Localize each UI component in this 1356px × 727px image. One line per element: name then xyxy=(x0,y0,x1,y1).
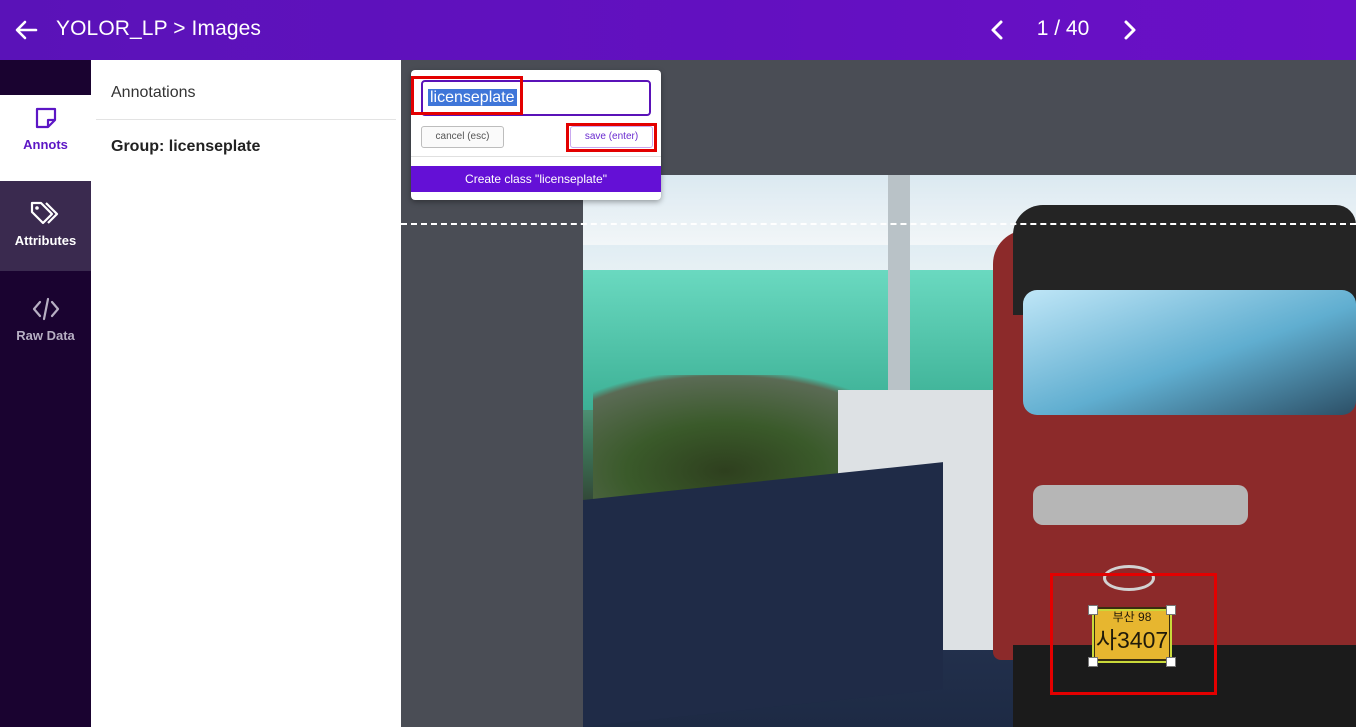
cancel-button[interactable]: cancel (esc) xyxy=(421,126,504,148)
panel-divider xyxy=(96,119,396,120)
rail-item-label: Attributes xyxy=(14,233,77,248)
rail-item-label: Raw Data xyxy=(16,328,75,343)
previous-image-button[interactable] xyxy=(984,16,1010,44)
note-icon xyxy=(35,107,56,129)
rail-item-attributes[interactable]: Attributes xyxy=(0,181,91,271)
code-icon xyxy=(32,297,59,321)
popup-divider xyxy=(411,156,661,157)
chevron-left-icon xyxy=(991,20,1003,40)
page-title: YOLOR_LP > Images xyxy=(56,17,262,40)
image-canvas[interactable]: 부산 98 사3407 licenseplate cancel (esc) sa… xyxy=(401,60,1356,727)
highlight-box-plate xyxy=(1050,573,1217,695)
annotations-panel: Annotations Group: licenseplate xyxy=(91,60,401,727)
group-label[interactable]: Group: licenseplate xyxy=(111,138,260,156)
highlight-box-input xyxy=(411,76,523,115)
crosshair-guide-line xyxy=(401,223,1356,225)
class-label-popup: licenseplate cancel (esc) save (enter) C… xyxy=(411,70,661,200)
chevron-right-icon xyxy=(1124,20,1136,40)
back-button[interactable] xyxy=(12,16,40,44)
panel-heading: Annotations xyxy=(111,84,196,101)
side-rail: Annots Attributes Raw Data xyxy=(0,60,91,727)
create-class-button[interactable]: Create class "licenseplate" xyxy=(411,166,661,192)
pager-counter: 1 / 40 xyxy=(1036,17,1090,40)
rail-item-annots[interactable]: Annots xyxy=(0,95,91,190)
top-bar: YOLOR_LP > Images 1 / 40 xyxy=(0,0,1356,60)
tags-icon xyxy=(30,201,58,225)
annotated-image[interactable]: 부산 98 사3407 xyxy=(583,175,1356,727)
rail-tab-corner xyxy=(0,60,91,95)
rail-item-raw-data[interactable]: Raw Data xyxy=(0,280,91,370)
next-image-button[interactable] xyxy=(1117,16,1143,44)
rail-item-label: Annots xyxy=(23,137,68,152)
arrow-left-icon xyxy=(15,20,38,40)
highlight-box-save xyxy=(566,123,657,152)
